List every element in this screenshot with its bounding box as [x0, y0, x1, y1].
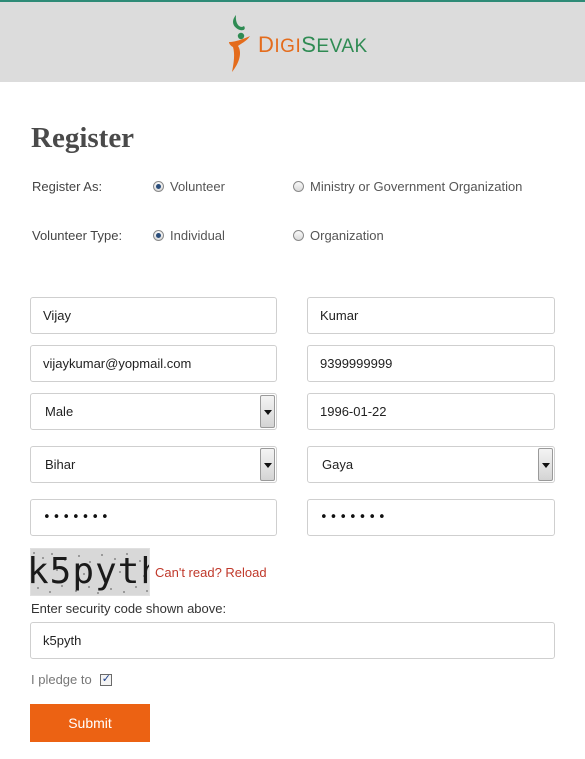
- phone-field[interactable]: 9399999999: [307, 345, 555, 382]
- radio-individual-label: Individual: [170, 228, 225, 243]
- last-name-field[interactable]: Kumar: [307, 297, 555, 334]
- last-name-value: Kumar: [320, 308, 359, 323]
- security-code-label: Enter security code shown above:: [31, 601, 227, 616]
- security-code-value: k5pyth: [43, 633, 82, 648]
- captcha-text: k5pyth: [30, 551, 149, 592]
- radio-unchecked-icon: [293, 230, 304, 241]
- radio-organization-label: Organization: [310, 228, 384, 243]
- radio-volunteer[interactable]: Volunteer: [153, 179, 225, 194]
- pledge-label: I pledge to: [31, 672, 92, 687]
- dob-value: 1996-01-22: [320, 404, 387, 419]
- district-value: Gaya: [322, 457, 354, 472]
- page-title: Register: [31, 122, 135, 154]
- dob-field[interactable]: 1996-01-22: [307, 393, 555, 430]
- radio-ministry-label: Ministry or Government Organization: [310, 179, 523, 194]
- gender-select[interactable]: Male: [30, 393, 277, 430]
- dropdown-arrow-icon[interactable]: [538, 448, 553, 481]
- captcha-reload-link[interactable]: Can't read? Reload: [155, 565, 267, 580]
- district-select[interactable]: Gaya: [307, 446, 555, 483]
- radio-checked-icon: [153, 230, 164, 241]
- pledge-row: I pledge to: [31, 672, 112, 687]
- digisevak-logo[interactable]: DIGISEVAK: [226, 12, 368, 74]
- radio-individual[interactable]: Individual: [153, 228, 225, 243]
- radio-organization[interactable]: Organization: [293, 228, 384, 243]
- dropdown-arrow-icon[interactable]: [260, 395, 275, 428]
- first-name-field[interactable]: Vijay: [30, 297, 277, 334]
- pledge-checkbox[interactable]: [99, 672, 112, 686]
- state-value: Bihar: [45, 457, 76, 472]
- dropdown-arrow-icon[interactable]: [260, 448, 275, 481]
- radio-ministry-government[interactable]: Ministry or Government Organization: [293, 179, 522, 194]
- first-name-value: Vijay: [43, 308, 71, 323]
- register-as-label: Register As:: [32, 179, 103, 194]
- submit-button[interactable]: Submit: [30, 704, 150, 742]
- phone-value: 9399999999: [320, 356, 393, 371]
- state-select[interactable]: Bihar: [30, 446, 277, 483]
- security-code-input[interactable]: k5pyth: [30, 622, 555, 659]
- radio-unchecked-icon: [293, 181, 304, 192]
- email-field[interactable]: vijaykumar@yopmail.com: [30, 345, 277, 382]
- digisevak-person-icon: [229, 15, 250, 72]
- logo-wordmark: DIGISEVAK: [258, 32, 368, 57]
- radio-checked-icon: [153, 181, 164, 192]
- password-value: •••••••: [43, 510, 111, 525]
- volunteer-type-label: Volunteer Type:: [32, 228, 123, 243]
- email-value: vijaykumar@yopmail.com: [43, 356, 192, 371]
- captcha-image: k5pyth: [30, 548, 150, 596]
- password-field[interactable]: •••••••: [30, 499, 277, 536]
- confirm-password-field[interactable]: •••••••: [307, 499, 555, 536]
- confirm-password-value: •••••••: [320, 510, 388, 525]
- site-header: DIGISEVAK: [0, 0, 585, 82]
- gender-value: Male: [45, 404, 74, 419]
- radio-volunteer-label: Volunteer: [170, 179, 225, 194]
